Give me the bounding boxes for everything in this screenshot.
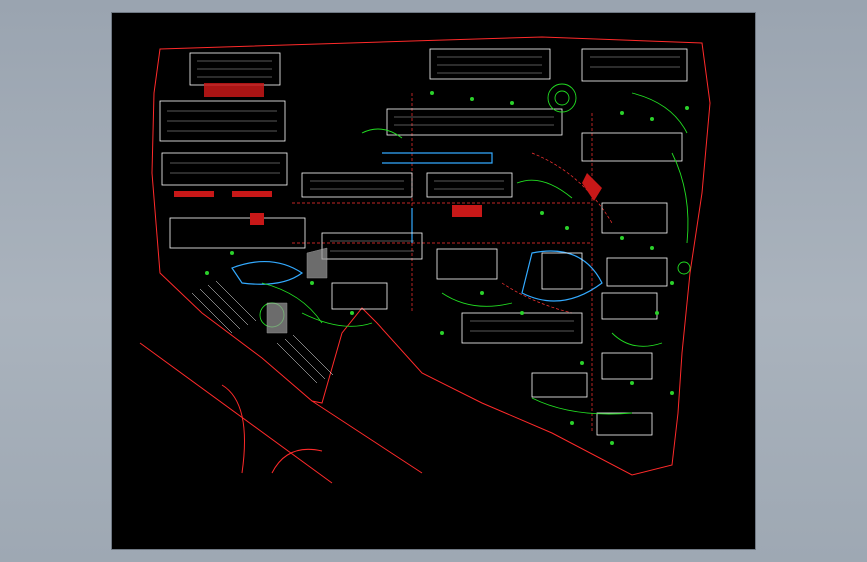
water-features xyxy=(231,152,603,302)
internal-roads xyxy=(292,93,613,433)
parking-area xyxy=(191,280,334,384)
building-blocks xyxy=(159,48,688,436)
cad-viewport[interactable] xyxy=(112,13,755,549)
site-boundary xyxy=(139,36,711,484)
tree-symbols xyxy=(205,91,689,445)
site-plan-drawing xyxy=(139,36,711,484)
red-detail-elements xyxy=(174,83,602,225)
